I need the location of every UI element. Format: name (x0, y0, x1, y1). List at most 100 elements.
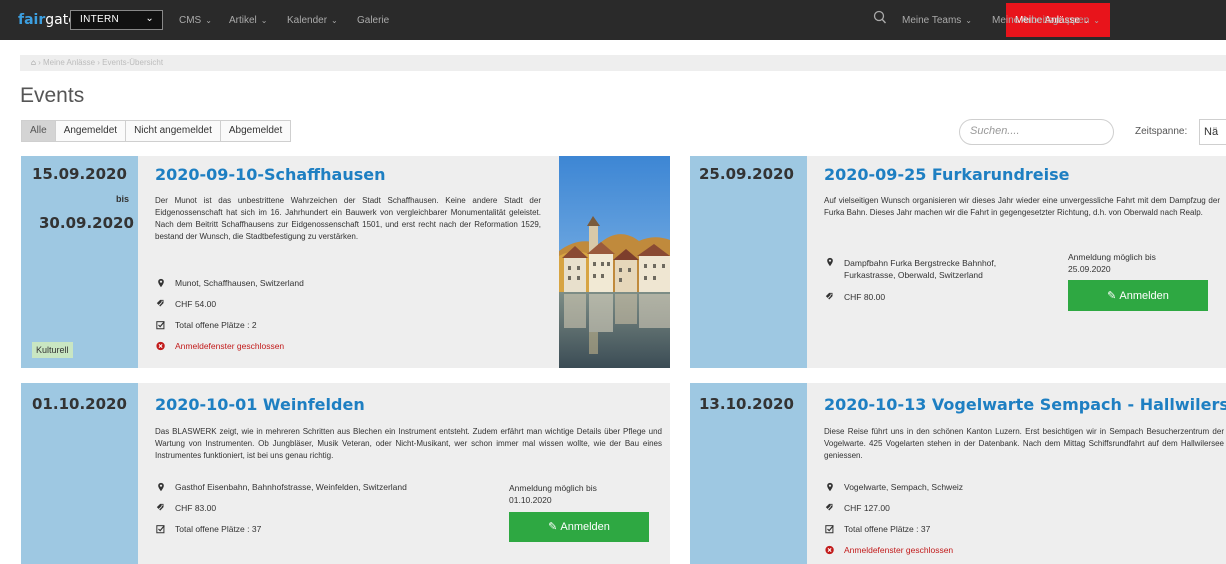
registration-deadline-label: Anmeldung möglich bis (509, 483, 597, 493)
event-places: Total offene Plätze : 37 (155, 524, 261, 534)
chevron-down-icon: ⌄ (1093, 16, 1100, 25)
event-location: Dampfbahn Furka Bergstrecke Bahnhof, Fur… (824, 257, 1034, 281)
event-location-text: Dampfbahn Furka Bergstrecke Bahnhof, Fur… (844, 258, 997, 280)
check-square-icon (156, 525, 165, 534)
event-date-from: 01.10.2020 (32, 395, 127, 413)
register-button-label: Anmelden (1119, 290, 1169, 302)
event-date-to: 30.09.2020 (39, 214, 134, 232)
map-marker-icon (158, 278, 164, 288)
search-icon[interactable] (873, 10, 887, 26)
event-title[interactable]: 2020-09-10-Schaffhausen (155, 165, 385, 184)
event-date-from: 15.09.2020 (32, 165, 127, 183)
filter-abgemeldet[interactable]: Abgemeldet (220, 121, 291, 141)
org-select-value: INTERN (80, 14, 120, 25)
event-places-text: Total offene Plätze : 37 (175, 524, 262, 534)
register-button[interactable]: ✎ Anmelden (1068, 280, 1208, 311)
filter-button-group: Alle Angemeldet Nicht angemeldet Abgemel… (21, 120, 292, 142)
nav-item-meine-arbeitsgruppen[interactable]: Meine Arbeitsgruppen ⌄ (992, 15, 1100, 26)
nav-item-meine-teams[interactable]: Meine Teams ⌄ (902, 15, 972, 26)
event-price-text: CHF 54.00 (175, 299, 217, 309)
chevron-down-icon: ⌄ (205, 16, 212, 25)
event-title[interactable]: 2020-10-13 Vogelwarte Sempach - Hallwile… (824, 395, 1226, 414)
page-title: Events (20, 84, 85, 107)
chevron-down-icon: ⌄ (965, 16, 972, 25)
event-price-text: CHF 83.00 (175, 503, 217, 513)
nav-item-artikel[interactable]: Artikel ⌄ (229, 15, 268, 26)
event-date-bis: bis (116, 194, 130, 204)
times-circle-icon (825, 545, 834, 555)
tags-icon (825, 292, 833, 300)
event-status-text: Anmeldefenster geschlossen (175, 341, 285, 351)
chevron-down-icon: ⌄ (331, 16, 338, 25)
fairgate-logo[interactable]: fairgate (18, 12, 77, 28)
event-status: Anmeldefenster geschlossen (155, 341, 284, 351)
search-input[interactable]: Suchen.... (959, 119, 1114, 145)
tags-icon (156, 503, 164, 511)
filter-nicht-angemeldet[interactable]: Nicht angemeldet (126, 121, 221, 141)
event-location-text: Gasthof Eisenbahn, Bahnhofstrasse, Weinf… (175, 482, 407, 492)
times-circle-icon (156, 341, 165, 351)
event-location-text: Vogelwarte, Sempach, Schweiz (844, 482, 964, 492)
event-card: 13.10.2020 2020-10-13 Vogelwarte Sempach… (690, 383, 1226, 564)
event-card: 01.10.2020 2020-10-01 Weinfelden Das BLA… (21, 383, 670, 564)
event-description: Das BLASWERK zeigt, wie in mehreren Schr… (155, 427, 662, 460)
event-date-column (690, 156, 807, 368)
event-date-from: 25.09.2020 (699, 165, 794, 183)
register-button-label: Anmelden (560, 521, 610, 533)
map-marker-icon (827, 257, 833, 267)
event-card: 15.09.2020 bis 30.09.2020 Kulturell 2020… (21, 156, 670, 368)
breadcrumb-separator: › (38, 58, 41, 67)
map-marker-icon (158, 482, 164, 492)
registration-deadline-label: Anmeldung möglich bis (1068, 252, 1156, 262)
event-places-text: Total offene Plätze : 2 (175, 320, 257, 330)
event-places-text: Total offene Plätze : 37 (844, 524, 931, 534)
tags-icon (156, 299, 164, 307)
event-status-text: Anmeldefenster geschlossen (844, 545, 954, 555)
filter-angemeldet[interactable]: Angemeldet (55, 121, 127, 141)
edit-icon: ✎ (548, 521, 558, 533)
breadcrumb-item[interactable]: Meine Anlässe (43, 58, 95, 67)
edit-icon: ✎ (1107, 290, 1117, 302)
event-location: Gasthof Eisenbahn, Bahnhofstrasse, Weinf… (155, 482, 407, 492)
event-price: CHF 80.00 (824, 292, 885, 302)
event-title[interactable]: 2020-09-25 Furkarundreise (824, 165, 1070, 184)
event-price-text: CHF 80.00 (844, 292, 886, 302)
event-places: Total offene Plätze : 2 (155, 320, 257, 330)
nav-item-galerie[interactable]: Galerie (357, 15, 389, 26)
event-image (559, 156, 670, 368)
event-description: Diese Reise führt uns in den schönen Kan… (824, 427, 1224, 460)
event-places: Total offene Plätze : 37 (824, 524, 930, 534)
home-icon[interactable]: ⌂ (31, 58, 36, 67)
org-select[interactable]: INTERN ⌄ (70, 10, 163, 30)
check-square-icon (156, 321, 165, 330)
filter-alle[interactable]: Alle (22, 121, 56, 141)
zeitspanne-select[interactable]: Nä (1199, 119, 1226, 145)
chevron-down-icon: ⌄ (260, 16, 268, 25)
map-marker-icon (827, 482, 833, 492)
event-title[interactable]: 2020-10-01 Weinfelden (155, 395, 365, 414)
event-date-from: 13.10.2020 (699, 395, 794, 413)
registration-deadline: Anmeldung möglich bis 25.09.2020 (1068, 251, 1156, 275)
event-price: CHF 54.00 (155, 299, 216, 309)
event-location: Munot, Schaffhausen, Switzerland (155, 278, 304, 288)
breadcrumb-separator: › (97, 58, 100, 67)
event-price: CHF 83.00 (155, 503, 216, 513)
check-square-icon (825, 525, 834, 534)
registration-deadline-date: 01.10.2020 (509, 495, 552, 505)
nav-item-cms[interactable]: CMS ⌄ (179, 15, 212, 26)
nav-item-kalender[interactable]: Kalender ⌄ (287, 15, 338, 26)
event-status: Anmeldefenster geschlossen (824, 545, 953, 555)
event-location-text: Munot, Schaffhausen, Switzerland (175, 278, 304, 288)
event-card: 25.09.2020 2020-09-25 Furkarundreise Auf… (690, 156, 1226, 368)
event-price-text: CHF 127.00 (844, 503, 890, 513)
register-button[interactable]: ✎ Anmelden (509, 512, 649, 542)
registration-deadline-date: 25.09.2020 (1068, 264, 1111, 274)
tags-icon (825, 503, 833, 511)
zeitspanne-label: Zeitspanne: (1135, 126, 1188, 137)
chevron-down-icon: ⌄ (145, 13, 154, 24)
category-badge: Kulturell (32, 342, 73, 358)
event-price: CHF 127.00 (824, 503, 890, 513)
event-description: Der Munot ist das unbestrittene Wahrzeic… (155, 196, 541, 241)
event-date-column (21, 156, 138, 368)
breadcrumb: ⌂ › Meine Anlässe › Events-Übersicht (20, 55, 1226, 71)
